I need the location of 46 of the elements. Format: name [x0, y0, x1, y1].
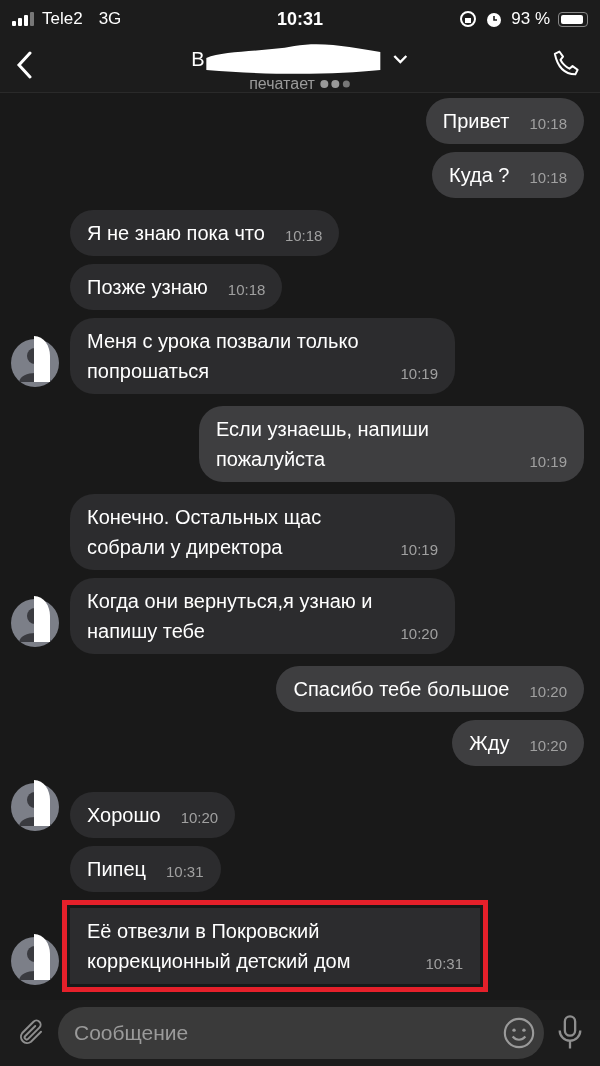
- back-icon[interactable]: [16, 51, 32, 79]
- message-text: Привет: [442, 109, 510, 134]
- avatar[interactable]: [10, 594, 60, 648]
- message-time: 10:31: [425, 954, 463, 974]
- battery-icon: [558, 11, 588, 27]
- message-text: Позже узнаю: [87, 275, 208, 300]
- battery-percent: 93 %: [511, 8, 550, 31]
- message-time: 10:18: [227, 280, 266, 300]
- message-text: Я не знаю пока что: [87, 221, 265, 246]
- message-time: 10:19: [529, 452, 567, 472]
- message-time: 10:20: [529, 682, 567, 702]
- message-text: Хорошо: [87, 803, 161, 828]
- message-time: 10:18: [529, 114, 567, 134]
- message-time: 10:19: [400, 364, 438, 384]
- clock: 10:31: [277, 7, 323, 31]
- microphone-icon[interactable]: [556, 1015, 584, 1051]
- carrier-name: Tele2: [42, 8, 83, 31]
- message-text: Когда они вернуться,я узнаю и напишу тебе: [87, 589, 374, 644]
- message-time: 10:20: [529, 736, 567, 756]
- message-time: 10:18: [529, 168, 567, 188]
- message-text: Куда ?: [449, 163, 510, 188]
- message-field[interactable]: Сообщение: [58, 1007, 544, 1059]
- message-text: Если узнаешь, напиши пожалуйста: [216, 417, 430, 472]
- message-time: 10:20: [180, 808, 219, 828]
- avatar[interactable]: [10, 932, 60, 986]
- message-text: Спасибо тебе большое: [293, 677, 510, 702]
- message-time: 10:20: [400, 624, 438, 644]
- chevron-down-icon[interactable]: [392, 54, 409, 64]
- alarm-icon: [485, 10, 504, 28]
- typing-dots-icon: [318, 79, 351, 89]
- message-text: Меня с урока позвали только попрошаться: [87, 329, 360, 384]
- message-time: 10:19: [400, 540, 438, 560]
- message-text: Жду: [469, 731, 510, 756]
- avatar[interactable]: [10, 778, 60, 832]
- message-text: Её отвезли в Покровский коррекционный детский дом: [87, 919, 352, 974]
- emoji-icon[interactable]: [502, 1016, 536, 1050]
- avatar[interactable]: [10, 334, 60, 388]
- message-time: 10:31: [165, 862, 204, 882]
- message-text: Конечно. Остальных щас собрали у директора: [87, 505, 323, 560]
- message-text: Пипец: [87, 857, 146, 882]
- contact-name: В: [191, 47, 205, 72]
- rotation-lock-icon: [459, 10, 478, 28]
- network-type: 3G: [98, 8, 122, 31]
- message-time: 10:18: [284, 226, 323, 246]
- typing-status: печатает: [249, 74, 315, 94]
- signal-icon: [12, 12, 34, 26]
